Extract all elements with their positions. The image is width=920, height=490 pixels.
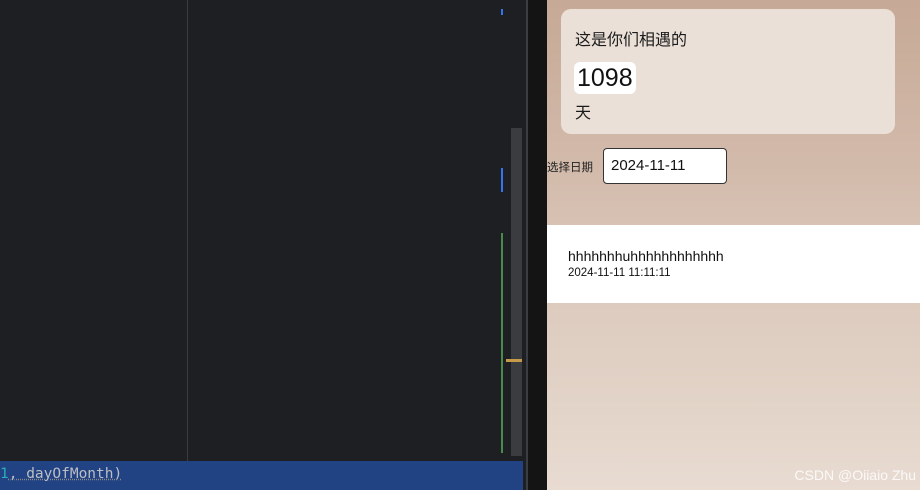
app-preview: 这是你们相遇的 1098 天 选择日期 2024-11-11 hhhhhhhuh…: [547, 0, 920, 490]
editor-right-margin-guide: [187, 0, 188, 490]
code-number-token: 1: [0, 466, 9, 482]
date-picker-label: 选择日期: [547, 160, 593, 174]
scrollbar-warning-mark[interactable]: [506, 359, 522, 362]
card-title: 这是你们相遇的: [575, 30, 688, 49]
code-identifier-token: , dayOfMonth): [8, 466, 123, 482]
days-unit: 天: [575, 103, 592, 122]
days-count: 1098: [574, 62, 636, 94]
code-editor[interactable]: 1, dayOfMonth): [0, 0, 526, 490]
record-title: hhhhhhhuhhhhhhhhhhhh: [568, 248, 724, 264]
editor-scrollbar[interactable]: [511, 128, 522, 456]
added-lines-marker: [501, 233, 503, 453]
device-frame: [528, 0, 547, 490]
record-list-item[interactable]: hhhhhhhuhhhhhhhhhhhh 2024-11-11 11:11:11: [547, 225, 920, 303]
date-picker-input[interactable]: 2024-11-11: [603, 148, 727, 184]
change-marker: [501, 168, 503, 192]
code-line[interactable]: 1, dayOfMonth): [0, 466, 122, 482]
record-time: 2024-11-11 11:11:11: [568, 267, 671, 279]
change-marker: [501, 9, 503, 15]
watermark: CSDN @Oiiaio Zhu: [794, 467, 916, 483]
anniversary-card: 这是你们相遇的 1098 天: [561, 9, 895, 134]
